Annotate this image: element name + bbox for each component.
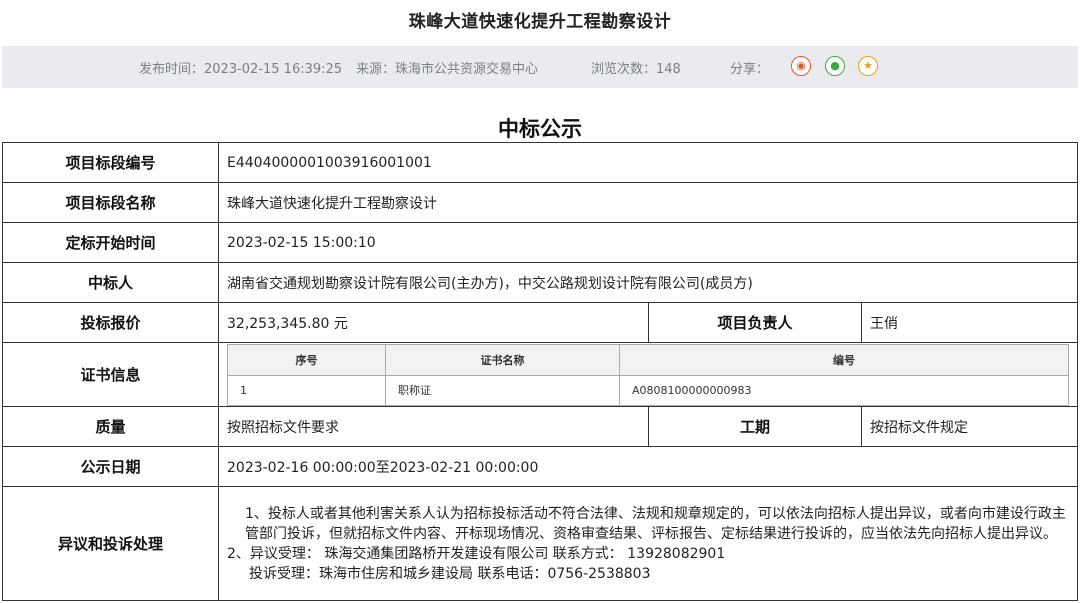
view-count: 浏览次数：148 — [591, 62, 681, 77]
section-name-label: 项目标段名称 — [2, 182, 219, 223]
publish-time: 发布时间：2023-02-15 16:39:25 — [139, 62, 343, 77]
objection-line-3: 投诉受理：珠海市住房和城乡建设局 联系电话：0756-2538803 — [249, 565, 651, 582]
bid-price: 32,253,345.80 元 — [218, 302, 649, 343]
section-code: E4404000001003916001001 — [218, 142, 1078, 183]
cert-number: A0808100000000983 — [619, 374, 1069, 406]
project-manager-label: 项目负责人 — [648, 302, 862, 343]
quality: 按照招标文件要求 — [218, 406, 649, 447]
wechat-icon[interactable]: ● — [825, 56, 845, 76]
project-manager: 王俏 — [861, 302, 1078, 343]
award-notice-table: 项目标段编号 E4404000001003916001001 项目标段名称 珠峰… — [2, 142, 1078, 601]
cert-header-number: 编号 — [619, 343, 1069, 376]
cert-index: 1 — [227, 374, 386, 406]
table-row: 项目标段名称 珠峰大道快速化提升工程勘察设计 — [2, 182, 1078, 223]
start-time-label: 定标开始时间 — [2, 222, 219, 263]
notice-title: 中标公示 — [498, 117, 582, 141]
section-code-label: 项目标段编号 — [2, 142, 219, 183]
favorite-icon[interactable]: ★ — [858, 56, 878, 76]
table-row: 定标开始时间 2023-02-15 15:00:10 — [2, 222, 1078, 263]
table-row: 项目标段编号 E4404000001003916001001 — [2, 142, 1078, 183]
notice-date: 2023-02-16 00:00:00至2023-02-21 00:00:00 — [218, 446, 1078, 487]
cert-header-index: 序号 — [227, 343, 386, 376]
cert-row: 1 职称证 A0808100000000983 — [227, 374, 1069, 406]
table-row: 异议和投诉处理 1、投标人或者其他利害关系人认为招标投标活动不符合法律、法规和规… — [2, 486, 1078, 601]
winner-label: 中标人 — [2, 262, 219, 303]
table-row: 证书信息 序号 证书名称 编号 1 职称证 A0808100000000983 — [2, 342, 1078, 407]
cert-table: 序号 证书名称 编号 1 职称证 A0808100000000983 — [227, 343, 1069, 406]
notice-date-label: 公示日期 — [2, 446, 219, 487]
section-name: 珠峰大道快速化提升工程勘察设计 — [218, 182, 1078, 223]
duration-label: 工期 — [648, 406, 862, 447]
quality-label: 质量 — [2, 406, 219, 447]
objection-content: 1、投标人或者其他利害关系人认为招标投标活动不符合法律、法规和规章规定的，可以依… — [218, 486, 1078, 601]
objection-line-2: 2、异议受理： 珠海交通集团路桥开发建设有限公司 联系方式： 139280829… — [227, 545, 726, 562]
cert-name: 职称证 — [385, 374, 620, 406]
weibo-icon[interactable]: ◉ — [791, 56, 811, 76]
objection-label: 异议和投诉处理 — [2, 486, 219, 601]
table-row: 质量 按照招标文件要求 工期 按招标文件规定 — [2, 406, 1078, 447]
table-row: 投标报价 32,253,345.80 元 项目负责人 王俏 — [2, 302, 1078, 343]
table-row: 中标人 湖南省交通规划勘察设计院有限公司(主办方)，中交公路规划设计院有限公司(… — [2, 262, 1078, 303]
source: 来源：珠海市公共资源交易中心 — [356, 62, 539, 77]
duration: 按招标文件规定 — [861, 406, 1078, 447]
bid-price-label: 投标报价 — [2, 302, 219, 343]
winner: 湖南省交通规划勘察设计院有限公司(主办方)，中交公路规划设计院有限公司(成员方) — [218, 262, 1078, 303]
meta-bar: 发布时间：2023-02-15 16:39:25 来源：珠海市公共资源交易中心 … — [2, 46, 1078, 88]
cert-info-label: 证书信息 — [2, 342, 219, 407]
share-label: 分享： — [730, 62, 770, 77]
start-time: 2023-02-15 15:00:10 — [218, 222, 1078, 263]
page-title: 珠峰大道快速化提升工程勘察设计 — [408, 12, 672, 32]
cert-header-name: 证书名称 — [385, 343, 620, 376]
objection-line-1: 1、投标人或者其他利害关系人认为招标投标活动不符合法律、法规和规章规定的，可以依… — [245, 505, 1066, 542]
cert-info: 序号 证书名称 编号 1 职称证 A0808100000000983 — [218, 342, 1078, 407]
table-row: 公示日期 2023-02-16 00:00:00至2023-02-21 00:0… — [2, 446, 1078, 487]
